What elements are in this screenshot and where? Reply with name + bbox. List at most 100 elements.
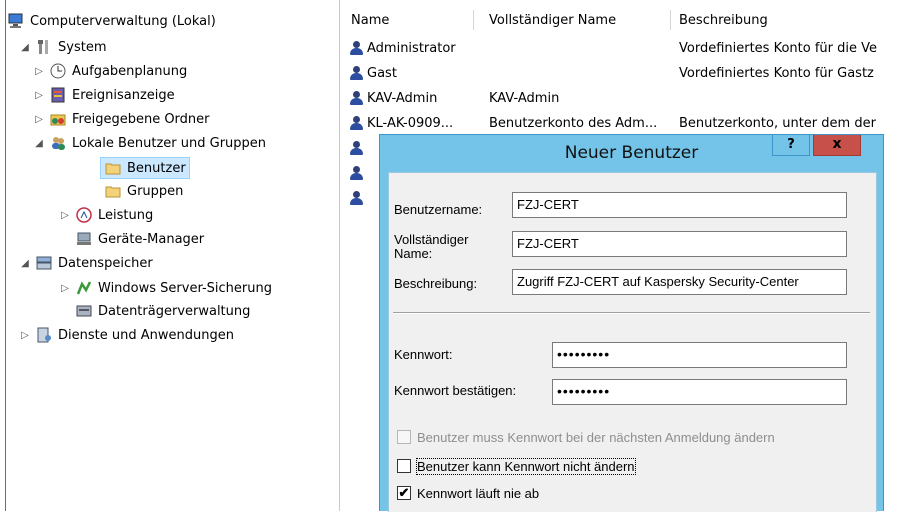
expand-arrow-icon[interactable]: ▷: [32, 66, 46, 77]
performance-icon: [76, 207, 92, 223]
backup-icon: [76, 280, 92, 296]
cannot-change-password-label[interactable]: Benutzer kann Kennwort nicht ändern: [416, 458, 636, 475]
must-change-password-checkbox[interactable]: [397, 430, 411, 444]
collapse-arrow-icon[interactable]: ◢: [32, 138, 46, 149]
services-icon: [36, 327, 52, 343]
help-button[interactable]: ?: [772, 135, 810, 156]
navigation-tree: Computerverwaltung (Lokal) ◢ System ▷ Au…: [0, 0, 340, 511]
tree-label: Aufgabenplanung: [72, 63, 188, 79]
disabled-user-icon: [347, 65, 365, 81]
column-header-description[interactable]: Beschreibung: [679, 8, 768, 32]
tree-label: Datenspeicher: [58, 255, 153, 271]
user-icon: [347, 90, 365, 106]
tree-item-datenspeicher[interactable]: ◢ Datenspeicher: [18, 252, 153, 274]
storage-icon: [36, 255, 52, 271]
tree-label: Geräte-Manager: [98, 231, 205, 247]
tree-item-windows-server-sicherung[interactable]: ▷ Windows Server-Sicherung: [58, 277, 272, 299]
confirm-password-label: Kennwort bestätigen:: [394, 383, 517, 398]
tree-label: Computerverwaltung (Lokal): [30, 13, 216, 29]
fullname-field[interactable]: FZJ-CERT: [512, 231, 847, 257]
dialog-body: Benutzername: FZJ-CERT Vollständiger Nam…: [388, 172, 877, 512]
event-viewer-icon: [50, 87, 66, 103]
cell-description: Vordefiniertes Konto für Gastz: [679, 65, 874, 81]
table-row[interactable]: KL-AK-0909... Benutzerkonto des Adm... B…: [347, 112, 904, 134]
tree-item-datentraegerverwaltung[interactable]: Datenträgerverwaltung: [72, 300, 250, 322]
expand-arrow-icon[interactable]: ▷: [58, 283, 72, 294]
close-button[interactable]: x: [813, 135, 861, 156]
expand-arrow-icon[interactable]: ▷: [32, 90, 46, 101]
user-icon: [347, 140, 365, 156]
tree-label: Dienste und Anwendungen: [58, 327, 234, 343]
computer-management-icon: [8, 13, 24, 29]
description-field[interactable]: Zugriff FZJ-CERT auf Kaspersky Security-…: [512, 269, 847, 295]
users-group-icon: [50, 135, 66, 151]
user-icon: [347, 115, 365, 131]
confirm-password-field[interactable]: •••••••••: [552, 379, 847, 405]
password-never-expires-label[interactable]: Kennwort läuft nie ab: [417, 486, 539, 501]
expand-arrow-icon[interactable]: ▷: [18, 330, 32, 341]
collapse-arrow-icon[interactable]: ◢: [18, 258, 32, 269]
divider: [393, 312, 870, 314]
tree-label: Benutzer: [127, 160, 186, 176]
tree-label: Datenträgerverwaltung: [98, 303, 251, 319]
tree-label: Leistung: [98, 207, 154, 223]
tree-label: Ereignisanzeige: [72, 87, 175, 103]
table-row[interactable]: KAV-Admin KAV-Admin: [347, 87, 904, 109]
password-field[interactable]: •••••••••: [552, 342, 847, 368]
tree-label: Lokale Benutzer und Gruppen: [72, 135, 267, 151]
cell-description: Benutzerkonto, unter dem der: [679, 115, 876, 131]
tree-item-gruppen[interactable]: Gruppen: [101, 180, 183, 202]
tree-item-system[interactable]: ◢ System: [18, 36, 106, 58]
username-field[interactable]: FZJ-CERT: [512, 192, 847, 218]
tree-label: Gruppen: [127, 183, 184, 199]
tree-item-freigegebene-ordner[interactable]: ▷ Freigegebene Ordner: [32, 108, 210, 130]
tools-icon: [36, 39, 52, 55]
must-change-password-label[interactable]: Benutzer muss Kennwort bei der nächsten …: [417, 430, 775, 445]
expand-arrow-icon[interactable]: ▷: [32, 114, 46, 125]
user-icon: [347, 190, 365, 206]
username-label: Benutzername:: [394, 202, 483, 217]
description-label: Beschreibung:: [394, 276, 478, 291]
cell-name: KL-AK-0909...: [367, 115, 454, 131]
password-never-expires-checkbox[interactable]: ✔: [397, 486, 411, 500]
tree-item-geraete-manager[interactable]: Geräte-Manager: [72, 228, 204, 250]
table-row[interactable]: [347, 187, 377, 209]
cell-name: Administrator: [367, 40, 456, 56]
table-row[interactable]: Gast Vordefiniertes Konto für Gastz: [347, 62, 904, 84]
tree-item-dienste[interactable]: ▷ Dienste und Anwendungen: [18, 324, 234, 346]
tree-label: System: [58, 39, 107, 55]
column-header-name[interactable]: Name: [351, 8, 389, 32]
tree-label: Freigegebene Ordner: [72, 111, 210, 127]
checkmark-icon: ✔: [398, 485, 410, 500]
shared-folder-icon: [50, 111, 66, 127]
cell-name: Gast: [367, 65, 397, 81]
tree-item-lokale-benutzer[interactable]: ◢ Lokale Benutzer und Gruppen: [32, 132, 266, 154]
tree-label: Windows Server-Sicherung: [98, 280, 272, 296]
tree-item-computerverwaltung[interactable]: Computerverwaltung (Lokal): [8, 10, 216, 32]
expand-arrow-icon[interactable]: ▷: [58, 210, 72, 221]
user-icon: [347, 165, 365, 181]
new-user-dialog: Neuer Benutzer ? x Benutzername: FZJ-CER…: [379, 134, 884, 512]
user-icon: [347, 40, 365, 56]
device-manager-icon: [76, 231, 92, 247]
collapse-arrow-icon[interactable]: ◢: [18, 42, 32, 53]
disk-management-icon: [76, 303, 92, 319]
cell-fullname: KAV-Admin: [489, 90, 560, 106]
dialog-titlebar[interactable]: Neuer Benutzer ? x: [380, 135, 883, 171]
cell-name: KAV-Admin: [367, 90, 438, 106]
table-row[interactable]: Administrator Vordefiniertes Konto für d…: [347, 37, 904, 59]
tree-item-ereignisanzeige[interactable]: ▷ Ereignisanzeige: [32, 84, 175, 106]
cannot-change-password-checkbox[interactable]: [397, 459, 411, 473]
table-row[interactable]: [347, 137, 377, 159]
column-separator[interactable]: [473, 10, 474, 30]
folder-icon: [105, 160, 121, 176]
tree-item-leistung[interactable]: ▷ Leistung: [58, 204, 153, 226]
tree-item-aufgabenplanung[interactable]: ▷ Aufgabenplanung: [32, 60, 187, 82]
folder-icon: [105, 183, 121, 199]
tree-item-benutzer[interactable]: Benutzer: [100, 157, 190, 179]
column-separator[interactable]: [670, 10, 671, 30]
table-row[interactable]: [347, 162, 377, 184]
column-header-fullname[interactable]: Vollständiger Name: [489, 8, 616, 32]
password-label: Kennwort:: [394, 347, 453, 362]
cell-fullname: Benutzerkonto des Adm...: [489, 115, 658, 131]
